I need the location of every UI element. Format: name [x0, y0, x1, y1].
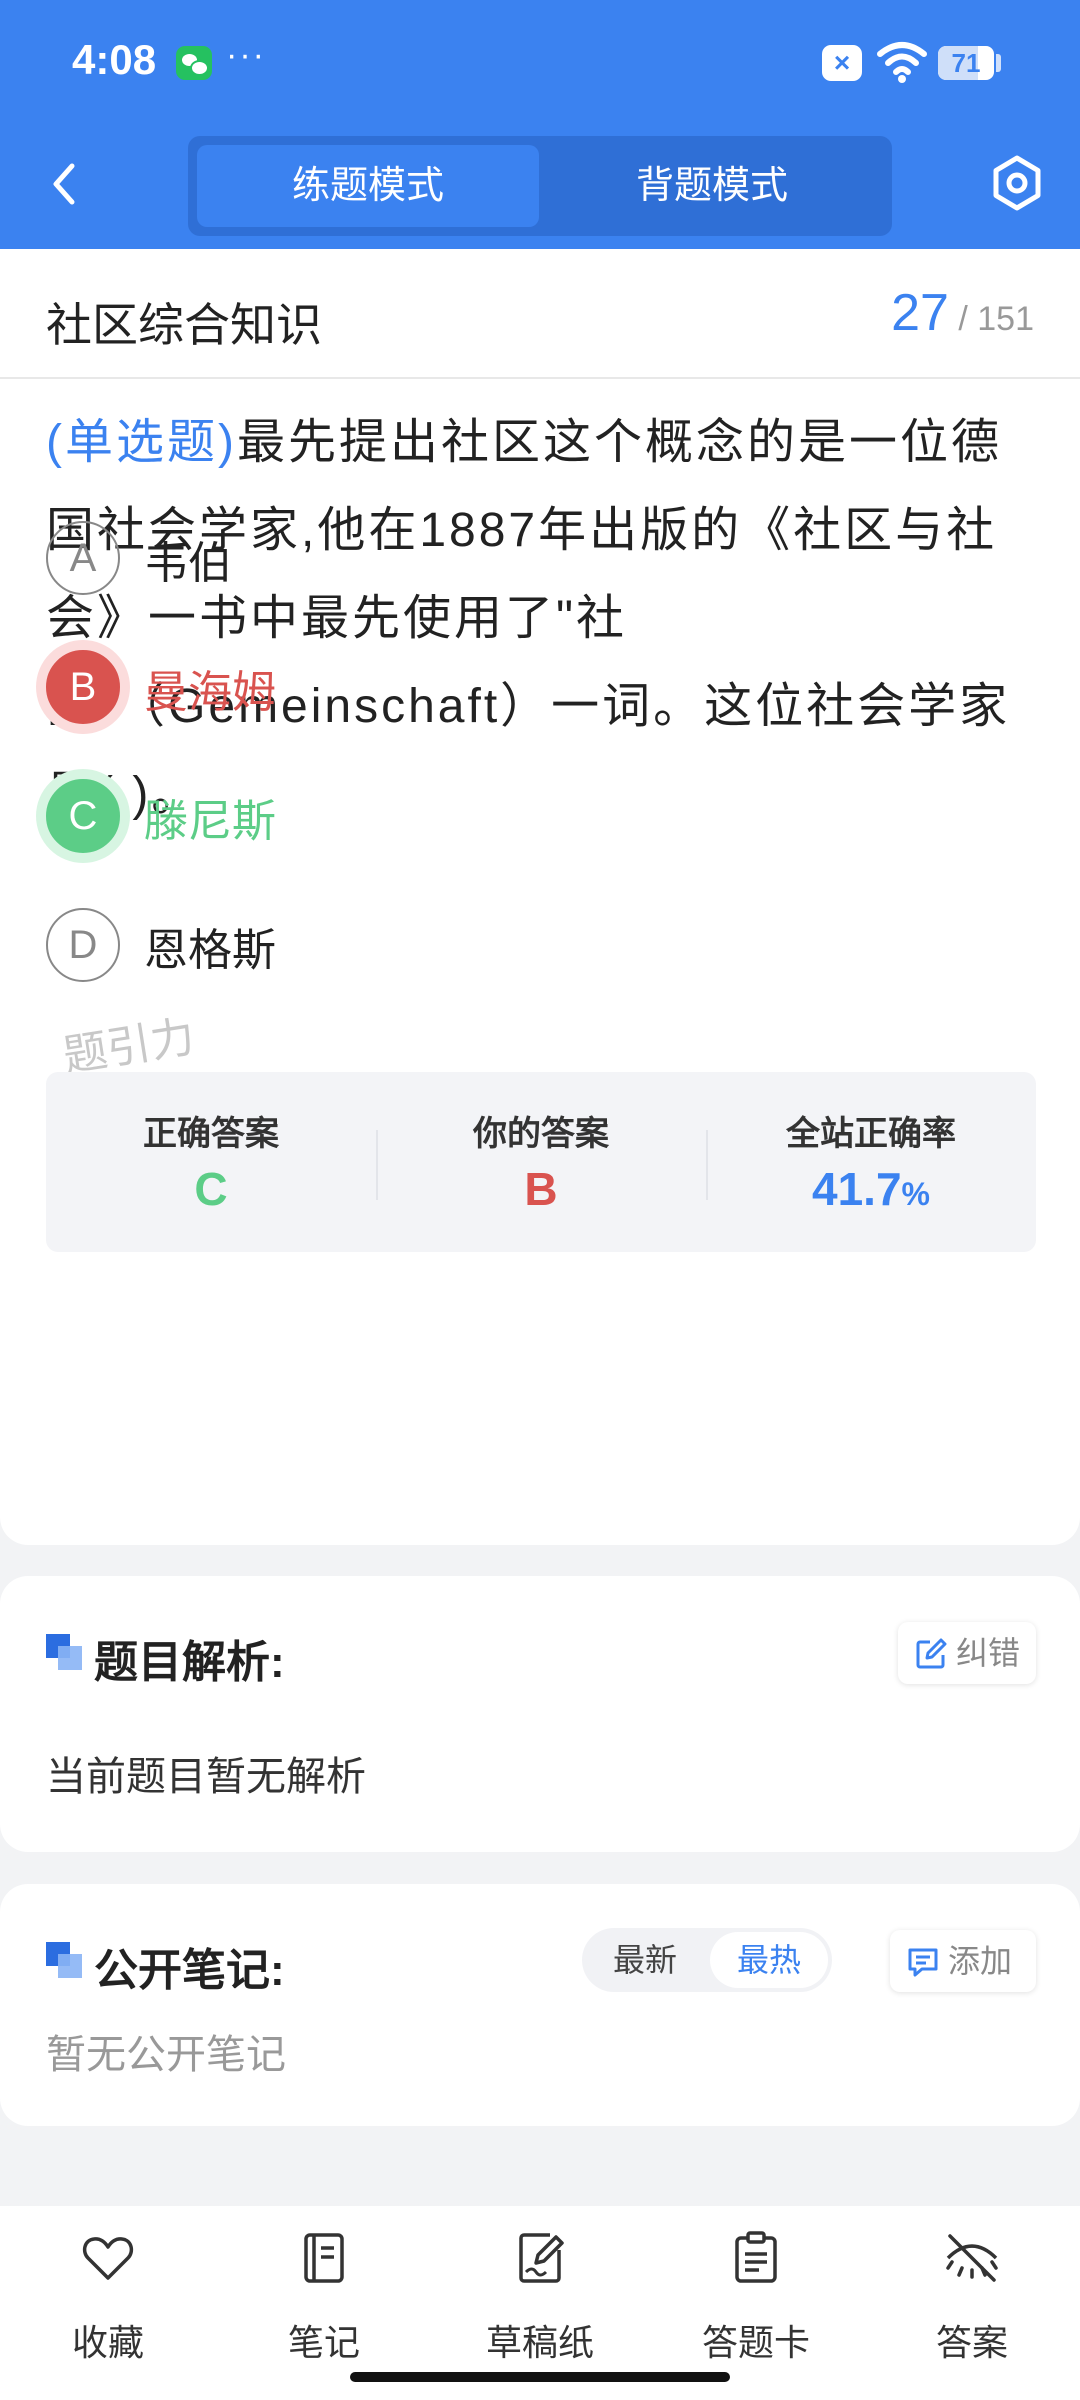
scratch-paper-button[interactable]: 草稿纸 — [460, 2230, 620, 2363]
notes-button[interactable]: 笔记 — [244, 2230, 404, 2363]
accuracy-value: 41.7% — [706, 1162, 1036, 1216]
analysis-content: 当前题目暂无解析 — [46, 1755, 366, 1799]
analysis-card: 题目解析: 纠错 当前题目暂无解析 — [0, 1576, 1080, 1852]
draft-icon — [519, 2233, 564, 2283]
tab-practice-mode[interactable]: 练题模式 — [197, 145, 539, 227]
section-marker-icon — [46, 1634, 84, 1672]
option-letter: D — [46, 908, 120, 982]
your-answer-column: 你的答案 B — [376, 1072, 706, 1252]
your-answer-label: 你的答案 — [473, 1115, 609, 1153]
correct-answer-column: 正确答案 C — [46, 1072, 376, 1252]
no-sim-icon: × — [822, 45, 862, 81]
answer-sheet-button[interactable]: 答题卡 — [676, 2230, 836, 2363]
option-d[interactable]: D 恩格斯 — [46, 908, 746, 982]
tab-memorize-mode[interactable]: 背题模式 — [541, 145, 883, 227]
heart-icon — [82, 2237, 134, 2280]
question-text: (单选题)最先提出社区这个概念的是一位德国社会学家,他在1887年出版的《社区与… — [46, 399, 1038, 839]
add-note-label: 添加 — [948, 1943, 1013, 1979]
option-letter: A — [46, 521, 120, 595]
option-text: 曼海姆 — [144, 668, 276, 717]
battery-cap — [996, 54, 1001, 72]
notes-title: 公开笔记: — [94, 1946, 285, 1995]
option-letter: C — [46, 779, 120, 853]
answer-sheet-icon — [735, 2231, 777, 2283]
settings-icon[interactable] — [986, 152, 1048, 214]
nav-label: 答题卡 — [701, 2322, 810, 2363]
question-progress: 27 / 151 — [891, 283, 1034, 343]
analysis-title: 题目解析: — [94, 1638, 285, 1687]
battery-indicator: 71 — [938, 46, 994, 80]
option-b[interactable]: B 曼海姆 — [46, 650, 746, 724]
accuracy-number: 41.7 — [812, 1163, 902, 1215]
notebook-icon — [304, 2233, 344, 2283]
report-error-label: 纠错 — [956, 1635, 1021, 1671]
nav-label: 笔记 — [287, 2322, 360, 2363]
notes-empty-text: 暂无公开笔记 — [46, 2033, 286, 2077]
notes-sort-switch: 最新 最热 — [582, 1928, 832, 1992]
report-error-button[interactable]: 纠错 — [898, 1622, 1036, 1684]
comment-icon — [908, 1948, 938, 1977]
option-text: 韦伯 — [144, 539, 232, 588]
favorite-button[interactable]: 收藏 — [28, 2230, 188, 2363]
sort-latest[interactable]: 最新 — [586, 1932, 704, 1988]
wifi-icon — [877, 42, 927, 83]
question-type-tag: (单选题) — [46, 416, 237, 469]
accuracy-unit: % — [901, 1176, 930, 1212]
status-time: 4:08 — [72, 36, 157, 83]
edit-icon — [916, 1638, 947, 1669]
option-a[interactable]: A 韦伯 — [46, 521, 746, 595]
divider — [0, 377, 1080, 379]
mode-switch: 练题模式 背题模式 — [188, 136, 892, 236]
correct-answer-value: C — [194, 1163, 228, 1215]
correct-answer-label: 正确答案 — [143, 1115, 279, 1153]
nav-label: 收藏 — [71, 2322, 144, 2363]
back-button[interactable] — [40, 154, 90, 214]
eye-off-icon — [946, 2234, 998, 2282]
add-note-button[interactable]: 添加 — [890, 1930, 1036, 1992]
total-questions: / 151 — [958, 300, 1034, 338]
subject-title: 社区综合知识 — [46, 299, 322, 351]
nav-label: 答案 — [935, 2322, 1008, 2363]
more-notifications-icon: ··· — [226, 36, 266, 74]
bottom-toolbar: 收藏 笔记 草稿纸 答题卡 答案 — [0, 2206, 1080, 2400]
option-text: 恩格斯 — [144, 926, 276, 975]
show-answer-button[interactable]: 答案 — [892, 2230, 1052, 2363]
answer-result-panel: 正确答案 C 你的答案 B 全站正确率 41.7% — [46, 1072, 1036, 1252]
your-answer-value: B — [524, 1163, 558, 1215]
question-card: 社区综合知识 27 / 151 (单选题)最先提出社区这个概念的是一位德国社会学… — [0, 249, 1080, 1545]
option-c[interactable]: C 滕尼斯 — [46, 779, 746, 853]
current-question-number: 27 — [891, 284, 949, 342]
top-header: 4:08 ··· × 71 练题模式 背题模式 — [0, 0, 1080, 249]
option-text: 滕尼斯 — [144, 797, 276, 846]
section-marker-icon — [46, 1942, 84, 1980]
nav-label: 草稿纸 — [485, 2322, 594, 2363]
wechat-notification-icon — [176, 46, 212, 80]
accuracy-label: 全站正确率 — [786, 1115, 956, 1153]
sort-hottest[interactable]: 最热 — [710, 1932, 828, 1988]
question-body: 最先提出社区这个概念的是一位德国社会学家,他在1887年出版的《社区与社会》一书… — [46, 416, 1011, 821]
option-letter: B — [46, 650, 120, 724]
public-notes-card: 公开笔记: 最新 最热 添加 暂无公开笔记 — [0, 1884, 1080, 2126]
home-indicator[interactable] — [350, 2372, 730, 2382]
accuracy-column: 全站正确率 41.7% — [706, 1072, 1036, 1252]
battery-level: 71 — [951, 48, 981, 78]
